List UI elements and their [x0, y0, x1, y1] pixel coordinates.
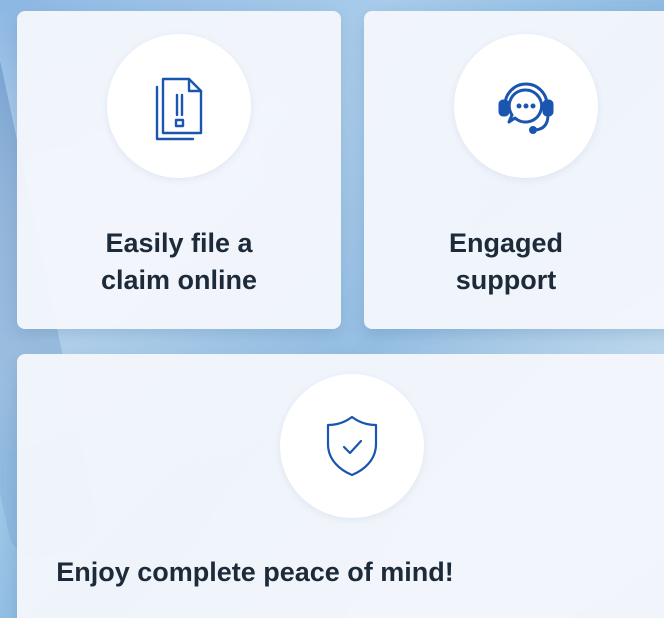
- shield-check-icon: [324, 414, 380, 478]
- headset-chat-icon: [495, 75, 557, 137]
- feature-card-file-claim: Easily file a claim online: [17, 11, 341, 329]
- feature-title: Enjoy complete peace of mind!: [56, 557, 454, 587]
- feature-card-peace-of-mind: Enjoy complete peace of mind!: [17, 354, 664, 618]
- icon-badge: [454, 34, 598, 178]
- feature-title: Engaged support: [448, 228, 563, 295]
- document-alert-icon: [149, 71, 209, 141]
- feature-card-support: Engaged support: [364, 11, 664, 329]
- feature-title: Easily file a claim online: [100, 228, 258, 295]
- icon-badge: [280, 374, 424, 518]
- icon-badge: [107, 34, 251, 178]
